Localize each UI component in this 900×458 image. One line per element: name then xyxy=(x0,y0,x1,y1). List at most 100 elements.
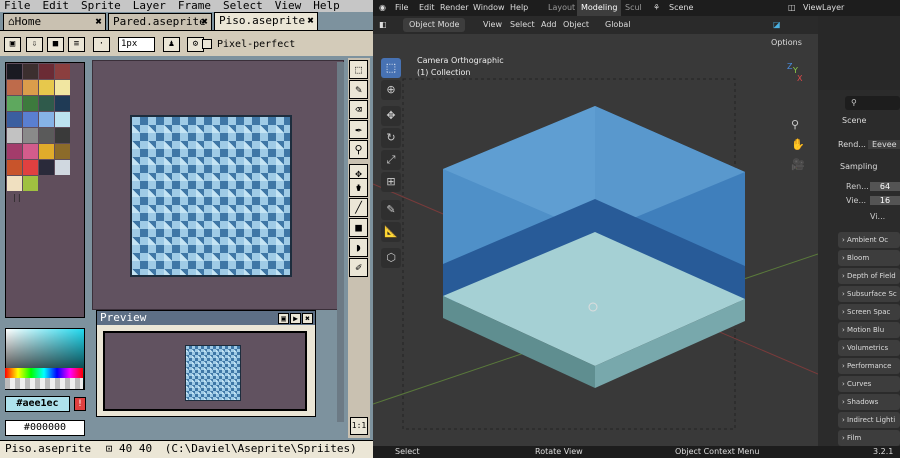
scene-name[interactable]: Scene xyxy=(669,0,693,16)
sampling-header[interactable]: Sampling xyxy=(840,162,877,171)
vertical-scrollbar[interactable] xyxy=(337,62,344,422)
palette-swatch[interactable] xyxy=(7,176,22,191)
menu-select[interactable]: Select xyxy=(223,0,263,12)
render-samples-field[interactable]: 64 xyxy=(870,182,900,191)
menu-render[interactable]: Render xyxy=(440,0,468,16)
menu-help[interactable]: Help xyxy=(313,0,340,12)
pan-icon[interactable]: ✋ xyxy=(791,138,805,151)
pencil-icon[interactable]: ✎ xyxy=(349,80,368,99)
preview-mode-icon[interactable]: ▣ xyxy=(278,313,289,324)
transform-orientation[interactable]: Global xyxy=(605,16,631,34)
gizmo-z[interactable]: Z xyxy=(787,62,792,71)
mode-dropdown[interactable]: Object Mode xyxy=(403,18,466,32)
dot-brush-icon[interactable]: · xyxy=(93,37,110,52)
property-section[interactable]: › Volumetrics xyxy=(838,340,900,356)
menu-layer[interactable]: Layer xyxy=(133,0,166,12)
close-icon[interactable]: ✖ xyxy=(302,313,313,324)
palette-swatch[interactable] xyxy=(39,128,54,143)
viewport-samples-field[interactable]: 16 xyxy=(870,196,900,205)
scale-icon[interactable]: ⤢ xyxy=(381,150,401,170)
property-section[interactable]: › Shadows xyxy=(838,394,900,410)
pixel-perfect-checkbox[interactable] xyxy=(202,39,212,49)
menu-help[interactable]: Help xyxy=(510,0,528,16)
stamp-icon[interactable]: ♟ xyxy=(163,37,180,52)
lines-icon[interactable]: ≡ xyxy=(68,37,85,52)
select-box-icon[interactable]: ⬚ xyxy=(381,58,401,78)
tab-piso[interactable]: Piso.aseprite ✖ xyxy=(214,12,318,30)
close-icon[interactable]: ✖ xyxy=(307,13,314,28)
tab-home[interactable]: ⌂Home ✖ xyxy=(3,13,106,30)
palette-swatch[interactable] xyxy=(39,96,54,111)
palette-swatch[interactable] xyxy=(7,144,22,159)
marquee-icon[interactable]: ⬚ xyxy=(349,60,368,79)
menu-file[interactable]: File xyxy=(395,0,408,16)
property-section[interactable]: › Motion Blu xyxy=(838,322,900,338)
palette-swatch[interactable] xyxy=(55,112,70,127)
annotate-icon[interactable]: ✎ xyxy=(381,200,401,220)
zoom-icon[interactable]: ⚲ xyxy=(349,140,368,159)
blur-icon[interactable]: ✐ xyxy=(349,258,368,277)
fill-icon[interactable]: ⚱ xyxy=(349,178,368,197)
brush-size-field[interactable]: 1px xyxy=(118,37,155,52)
square-icon[interactable]: ■ xyxy=(47,37,64,52)
eraser-icon[interactable]: ⌫ xyxy=(349,100,368,119)
palette-swatch[interactable] xyxy=(39,144,54,159)
alpha-slider[interactable] xyxy=(5,378,83,389)
eyedropper-icon[interactable]: ✒ xyxy=(349,120,368,139)
menu-object[interactable]: Object xyxy=(563,16,589,34)
tab-pared[interactable]: Pared.aseprite ✖ xyxy=(108,13,212,30)
view-layer-name[interactable]: ViewLayer xyxy=(803,0,844,16)
palette-swatch[interactable] xyxy=(55,160,70,175)
menu-select[interactable]: Select xyxy=(510,16,535,34)
render-engine-dropdown[interactable]: Eevee xyxy=(868,140,900,149)
zoom-ratio-button[interactable]: 1:1 xyxy=(350,417,368,435)
palette-swatch[interactable] xyxy=(55,128,70,143)
palette-swatch[interactable] xyxy=(7,128,22,143)
property-section[interactable]: › Performance xyxy=(838,358,900,374)
property-section[interactable]: › Ambient Oc xyxy=(838,232,900,248)
palette-swatch[interactable] xyxy=(23,96,38,111)
menu-add[interactable]: Add xyxy=(541,16,557,34)
close-icon[interactable]: ✖ xyxy=(95,14,102,29)
palette-swatch[interactable] xyxy=(39,80,54,95)
viewport-options[interactable]: Options xyxy=(771,38,802,47)
add-cube-icon[interactable]: ⬡ xyxy=(381,248,401,268)
menu-view[interactable]: View xyxy=(275,0,302,12)
property-section[interactable]: › Screen Spac xyxy=(838,304,900,320)
warning-icon[interactable]: ! xyxy=(74,397,86,411)
download-icon[interactable]: ⇩ xyxy=(26,37,43,52)
editor-type-icon[interactable]: ◧ xyxy=(379,16,387,34)
palette-swatch[interactable] xyxy=(55,64,70,79)
palette-swatch[interactable] xyxy=(7,64,22,79)
menu-sprite[interactable]: Sprite xyxy=(81,0,121,12)
search-icon[interactable]: ⚲ xyxy=(845,96,900,110)
menu-file[interactable]: File xyxy=(4,0,31,12)
palette-swatch[interactable] xyxy=(55,144,70,159)
rectangle-icon[interactable]: ■ xyxy=(349,218,368,237)
palette-swatch[interactable] xyxy=(39,160,54,175)
menu-view[interactable]: View xyxy=(483,16,502,34)
menu-window[interactable]: Window xyxy=(473,0,505,16)
workspace-sculpting[interactable]: Scul xyxy=(625,0,642,16)
palette-swatch[interactable] xyxy=(23,144,38,159)
palette-swatch[interactable] xyxy=(55,96,70,111)
camera-icon[interactable]: 🎥 xyxy=(791,158,805,171)
palette-swatch[interactable] xyxy=(23,80,38,95)
palette-swatch[interactable] xyxy=(23,176,38,191)
workspace-layout[interactable]: Layout xyxy=(548,0,575,16)
menu-edit[interactable]: Edit xyxy=(43,0,70,12)
palette-swatch[interactable] xyxy=(23,128,38,143)
contour-icon[interactable]: ◗ xyxy=(349,238,368,257)
play-icon[interactable]: ▶ xyxy=(290,313,301,324)
zoom-icon[interactable]: ⚲ xyxy=(791,118,799,131)
property-section[interactable]: › Curves xyxy=(838,376,900,392)
hue-slider[interactable] xyxy=(5,368,83,378)
property-section[interactable]: › Film xyxy=(838,430,900,446)
rotate-icon[interactable]: ↻ xyxy=(381,128,401,148)
gizmo-x[interactable]: X xyxy=(797,74,802,83)
palette-swatch[interactable] xyxy=(39,112,54,127)
gizmo-y[interactable]: Y xyxy=(793,66,798,75)
palette-swatch[interactable] xyxy=(7,80,22,95)
viewport-denoise-checkbox[interactable]: Vi... xyxy=(870,212,885,221)
blender-logo-icon[interactable]: ◉ xyxy=(379,0,386,16)
